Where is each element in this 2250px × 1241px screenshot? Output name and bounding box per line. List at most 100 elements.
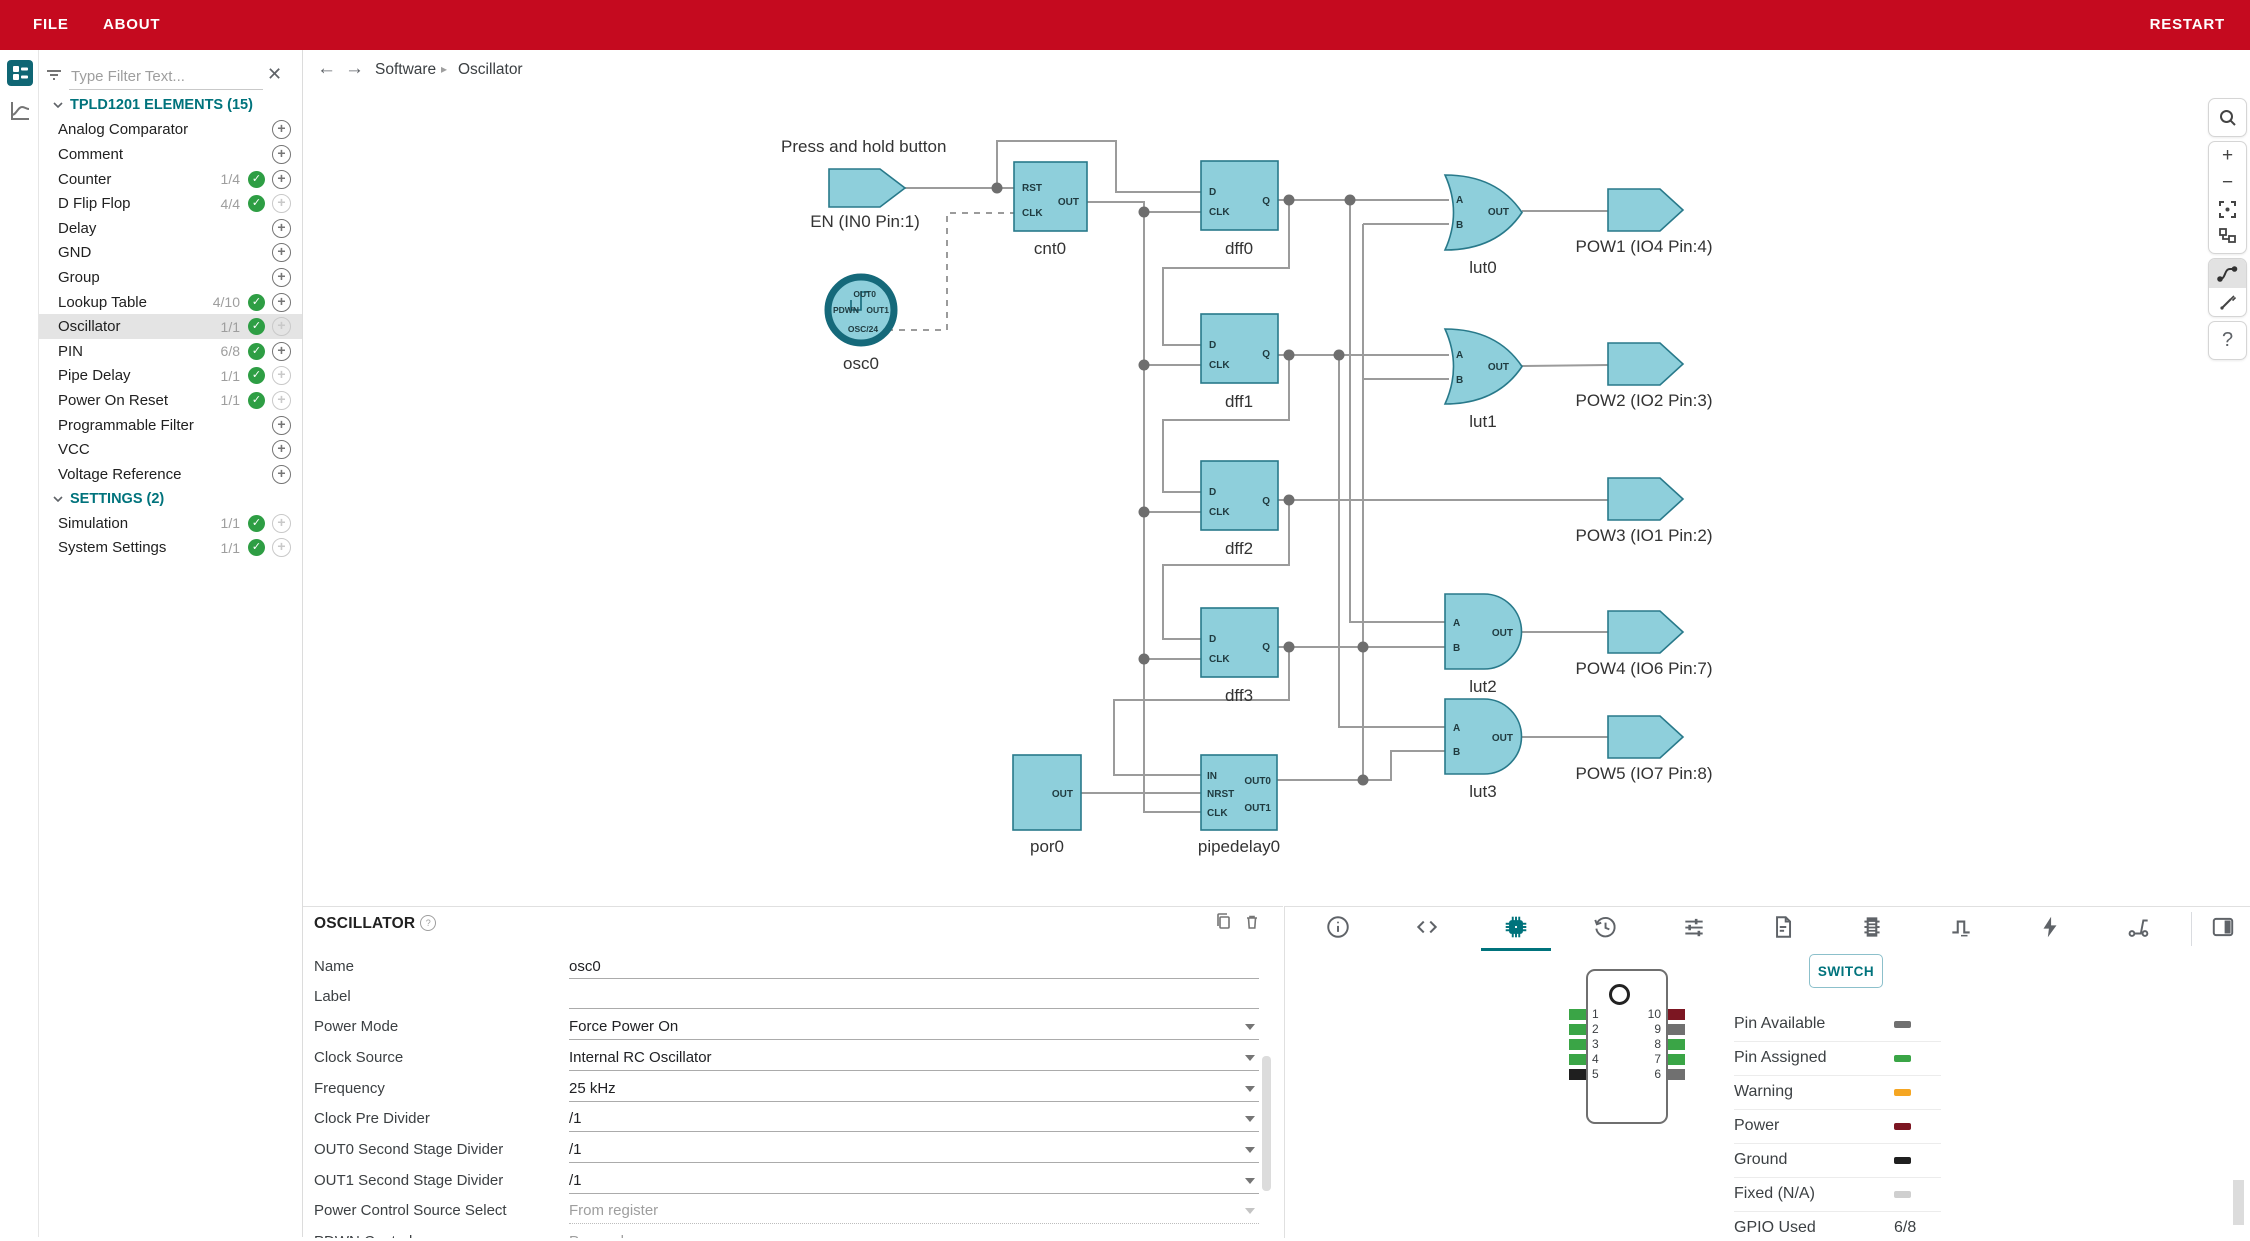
help-icon[interactable]: ? <box>420 915 437 931</box>
add-icon[interactable]: + <box>272 144 291 164</box>
add-icon[interactable]: + <box>272 440 291 460</box>
chip-pin-2[interactable] <box>1569 1024 1586 1035</box>
pin-pow4[interactable] <box>1607 610 1685 654</box>
add-icon[interactable]: + <box>272 218 291 238</box>
pin-pow3[interactable] <box>1607 477 1685 521</box>
canvas-search-button[interactable] <box>2208 98 2247 137</box>
add-icon[interactable]: + <box>272 243 291 263</box>
add-icon[interactable]: + <box>272 120 291 140</box>
svg-text:OUT0: OUT0 <box>853 289 876 299</box>
chip-pin-5[interactable] <box>1569 1069 1586 1080</box>
clock-source-select[interactable]: Internal RC Oscillator <box>569 1045 1259 1071</box>
pin-pow5[interactable] <box>1607 715 1685 759</box>
add-icon[interactable]: + <box>272 169 291 189</box>
clock-pre-divider-select[interactable]: /1 <box>569 1106 1259 1132</box>
waveform-view-icon[interactable] <box>7 98 33 124</box>
probe-tool-icon[interactable] <box>2209 288 2246 316</box>
pin-pow1[interactable] <box>1607 188 1685 232</box>
sidebar-item-counter[interactable]: Counter 1/4 ✓ + <box>39 167 302 192</box>
tab-scooter[interactable] <box>2126 914 2152 940</box>
tab-info[interactable] <box>1325 914 1351 940</box>
sidebar-item-comment[interactable]: Comment + <box>39 142 302 167</box>
tab-tune[interactable] <box>1681 914 1707 940</box>
add-icon[interactable]: + <box>272 292 291 312</box>
sidebar-item-delay[interactable]: Delay + <box>39 216 302 241</box>
sidebar-item-pipe-delay[interactable]: Pipe Delay 1/1 ✓ + <box>39 364 302 389</box>
restart-button[interactable]: RESTART <box>2150 0 2225 50</box>
sidebar-item-vcc[interactable]: VCC + <box>39 437 302 462</box>
name-input[interactable] <box>569 954 1259 979</box>
pin-pow2[interactable] <box>1607 342 1685 386</box>
wire-tool-icon[interactable] <box>2209 259 2246 288</box>
sidebar-section-settings[interactable]: SETTINGS (2) <box>39 487 302 512</box>
label-input[interactable] <box>569 984 1259 1009</box>
sidebar-section-elements[interactable]: TPLD1201 ELEMENTS (15) <box>39 93 302 118</box>
fit-view-icon[interactable] <box>2209 196 2246 223</box>
sidebar-item-lookup-table[interactable]: Lookup Table 4/10 ✓ + <box>39 290 302 315</box>
section-label: TPLD1201 ELEMENTS (15) <box>70 97 253 114</box>
chip-pin-8[interactable] <box>1668 1039 1685 1050</box>
canvas-help-button[interactable]: ? <box>2208 321 2247 360</box>
tab-document[interactable] <box>1770 914 1796 940</box>
sidebar-item-voltage-reference[interactable]: Voltage Reference + <box>39 462 302 487</box>
menu-file[interactable]: FILE <box>33 0 69 50</box>
sidebar-item-gnd[interactable]: GND + <box>39 241 302 266</box>
sidebar-item-oscillator[interactable]: Oscillator 1/1 ✓ + <box>39 314 302 339</box>
tab-code[interactable] <box>1414 914 1440 940</box>
sidebar-item-d-flip-flop[interactable]: D Flip Flop 4/4 ✓ + <box>39 191 302 216</box>
page-scrollbar[interactable] <box>2233 1180 2244 1225</box>
chip-pin-9[interactable] <box>1668 1024 1685 1035</box>
out1-divider-select[interactable]: /1 <box>569 1168 1259 1194</box>
zoom-out-icon[interactable]: − <box>2209 169 2246 196</box>
switch-button[interactable]: SWITCH <box>1809 954 1883 988</box>
forward-arrow-icon[interactable]: → <box>345 58 364 80</box>
tab-pulse[interactable] <box>1948 914 1974 940</box>
breadcrumb-software[interactable]: Software <box>375 61 436 79</box>
breadcrumb-oscillator[interactable]: Oscillator <box>458 61 523 79</box>
sidebar-item-system-settings[interactable]: System Settings 1/1 ✓ + <box>39 536 302 561</box>
elements-view-icon[interactable] <box>7 60 33 86</box>
chip-pin-6[interactable] <box>1668 1069 1685 1080</box>
frequency-select[interactable]: 25 kHz <box>569 1076 1259 1102</box>
out0-divider-select[interactable]: /1 <box>569 1137 1259 1163</box>
sidebar-item-group[interactable]: Group + <box>39 265 302 290</box>
delete-icon[interactable] <box>1243 913 1261 931</box>
pin-en[interactable] <box>828 168 907 208</box>
legend-row: Power <box>1734 1115 1944 1139</box>
tab-chip[interactable] <box>1503 914 1529 940</box>
properties-scrollbar[interactable] <box>1262 1056 1271 1191</box>
pin1-indicator <box>1609 984 1630 1005</box>
schematic-canvas[interactable]: RST CLK OUT D CLK Q D CLK Q D CLK Q D CL… <box>303 92 2250 905</box>
add-icon[interactable]: + <box>272 267 291 287</box>
tab-ic-package[interactable] <box>1859 914 1885 940</box>
back-arrow-icon[interactable]: ← <box>317 58 336 80</box>
node-lut0[interactable] <box>1443 174 1523 251</box>
breadcrumb: ← → Software ▸ Oscillator <box>303 50 2250 93</box>
tab-history[interactable] <box>1592 914 1618 940</box>
chip-pin-7[interactable] <box>1668 1054 1685 1065</box>
sidebar-item-simulation[interactable]: Simulation 1/1 ✓ + <box>39 511 302 536</box>
sidebar-item-analog-comparator[interactable]: Analog Comparator + <box>39 118 302 143</box>
sidebar-item-pin[interactable]: PIN 6/8 ✓ + <box>39 339 302 364</box>
panel-toggle-icon[interactable] <box>2210 914 2236 940</box>
chip-pin-3[interactable] <box>1569 1039 1586 1050</box>
node-lut1[interactable] <box>1443 328 1523 405</box>
legend-swatch <box>1894 1191 1911 1198</box>
filter-input[interactable] <box>69 63 263 90</box>
tab-bolt[interactable] <box>2037 914 2063 940</box>
clear-filter-icon[interactable]: ✕ <box>267 64 282 85</box>
add-icon[interactable]: + <box>272 415 291 435</box>
copy-icon[interactable] <box>1215 913 1233 931</box>
chip-pin-4[interactable] <box>1569 1054 1586 1065</box>
sidebar-item-power-on-reset[interactable]: Power On Reset 1/1 ✓ + <box>39 388 302 413</box>
sidebar-item-programmable-filter[interactable]: Programmable Filter + <box>39 413 302 438</box>
zoom-in-icon[interactable]: + <box>2209 142 2246 169</box>
menu-about[interactable]: ABOUT <box>103 0 160 50</box>
add-icon[interactable]: + <box>272 341 291 361</box>
chip-pin-1[interactable] <box>1569 1009 1586 1020</box>
dropdown-arrow-icon <box>1245 1055 1255 1061</box>
add-icon[interactable]: + <box>272 464 291 484</box>
power-mode-select[interactable]: Force Power On <box>569 1014 1259 1040</box>
layout-tree-icon[interactable] <box>2209 223 2246 250</box>
chip-pin-10[interactable] <box>1668 1009 1685 1020</box>
